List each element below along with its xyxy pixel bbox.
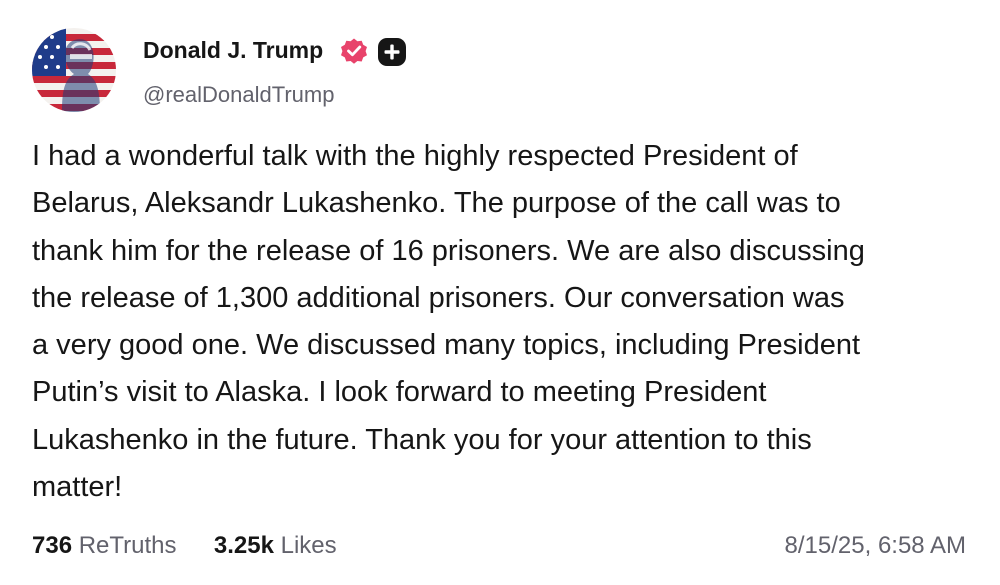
author-handle[interactable]: @realDonaldTrump <box>143 82 334 108</box>
likes-stat[interactable]: 3.25k Likes <box>214 532 337 559</box>
post-line: Putin’s visit to Alaska. I look forward … <box>32 376 767 409</box>
post-line: I had a wonderful talk with the highly r… <box>32 140 798 172</box>
author-display-name[interactable]: Donald J. Trump <box>143 37 323 64</box>
post-line: Belarus, Aleksandr Lukashenko. The purpo… <box>32 187 841 220</box>
avatar[interactable] <box>32 28 116 112</box>
retruths-count: 736 <box>32 532 73 559</box>
post-timestamp[interactable]: 8/15/25, 6:58 AM <box>785 532 966 560</box>
likes-label: Likes <box>280 532 337 559</box>
verified-badge-icon <box>341 38 367 64</box>
retruths-label: ReTruths <box>78 532 177 559</box>
post-line: matter! <box>32 471 123 504</box>
flag-portrait-avatar <box>32 28 116 112</box>
post-line: a very good one. We discussed many topic… <box>32 329 861 362</box>
truth-post: Donald J. Trump @realDonaldTrump I had a… <box>0 0 1000 585</box>
likes-count: 3.25k <box>213 532 274 559</box>
post-line: the release of 1,300 additional prisoner… <box>32 281 845 314</box>
post-line: Lukashenko in the future. Thank you for … <box>32 423 812 456</box>
post-stats: 736 ReTruths 3.25k Likes <box>32 532 337 560</box>
retruths-stat[interactable]: 736 ReTruths <box>32 532 183 559</box>
plus-badge-icon <box>378 38 406 66</box>
post-line: thank him for the release of 16 prisoner… <box>32 234 865 267</box>
post-body: I had a wonderful talk with the highly r… <box>32 133 982 511</box>
